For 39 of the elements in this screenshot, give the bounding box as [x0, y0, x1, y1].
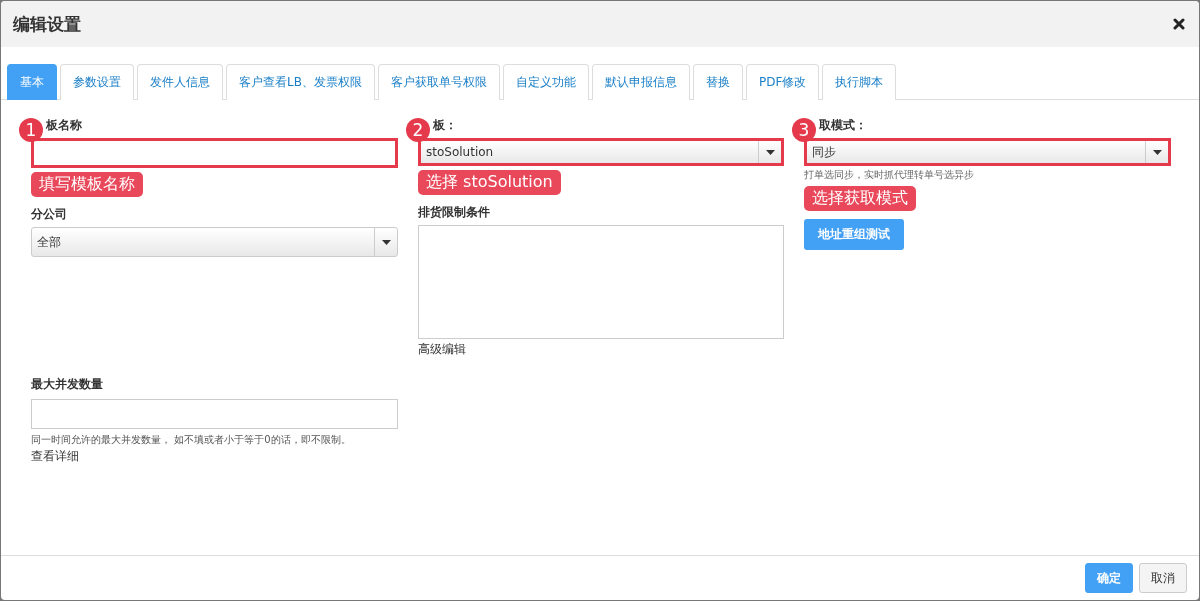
field-label: 最大并发数量	[31, 376, 104, 393]
tab[interactable]: 客户查看LB、发票权限	[226, 64, 375, 100]
dropdown-field[interactable]: stoSolution	[418, 138, 784, 166]
caret-icon	[765, 149, 775, 155]
step-number-badge: 2	[406, 118, 430, 142]
confirm-button[interactable]: 确定	[1085, 563, 1133, 593]
caret-icon	[381, 239, 391, 245]
hint-text: 打单选同步，实时抓代理转单号选异步	[804, 168, 975, 182]
field-label: 板名称	[46, 116, 82, 134]
tab[interactable]: 客户获取单号权限	[377, 64, 500, 100]
input-field[interactable]	[31, 399, 398, 429]
tab[interactable]: 参数设置	[60, 64, 134, 100]
dropdown-field[interactable]: 全部	[31, 227, 398, 257]
dropdown-field[interactable]: 同步	[804, 138, 1171, 166]
tab[interactable]: 默认申报信息	[591, 64, 690, 100]
caret-icon	[1152, 149, 1162, 155]
hint-text: 同一时间允许的最大并发数量， 如不填或者小于等于0的话，即不限制。 查看详细	[31, 433, 352, 465]
callout-label: 选择 stoSolution	[418, 170, 561, 195]
tab[interactable]: 执行脚本	[822, 64, 897, 100]
input-field[interactable]	[31, 138, 398, 168]
details-link[interactable]: 查看详细	[31, 449, 79, 463]
field-label: 分公司	[31, 205, 67, 223]
field-label: 板：	[433, 116, 457, 134]
tab[interactable]: 自定义功能	[502, 64, 589, 100]
test-button[interactable]: 地址重组测试	[804, 219, 904, 250]
tab[interactable]: 替换	[692, 64, 743, 100]
callout-label: 选择获取模式	[804, 186, 916, 211]
dialog-title: 编辑设置	[13, 12, 81, 36]
step-number-badge: 3	[792, 118, 816, 142]
callout-label: 填写模板名称	[31, 172, 143, 197]
advanced-edit-link[interactable]: 高级编辑	[418, 341, 784, 358]
close-icon[interactable]	[1173, 18, 1185, 30]
cancel-button[interactable]: 取消	[1139, 563, 1187, 593]
tab[interactable]: PDF修改	[745, 64, 820, 100]
tab[interactable]: 发件人信息	[137, 64, 223, 100]
field-label: 取模式：	[819, 116, 867, 134]
step-number-badge: 1	[19, 118, 43, 142]
tab[interactable]: 基本	[7, 64, 57, 100]
field-label: 排货限制条件	[418, 203, 490, 221]
